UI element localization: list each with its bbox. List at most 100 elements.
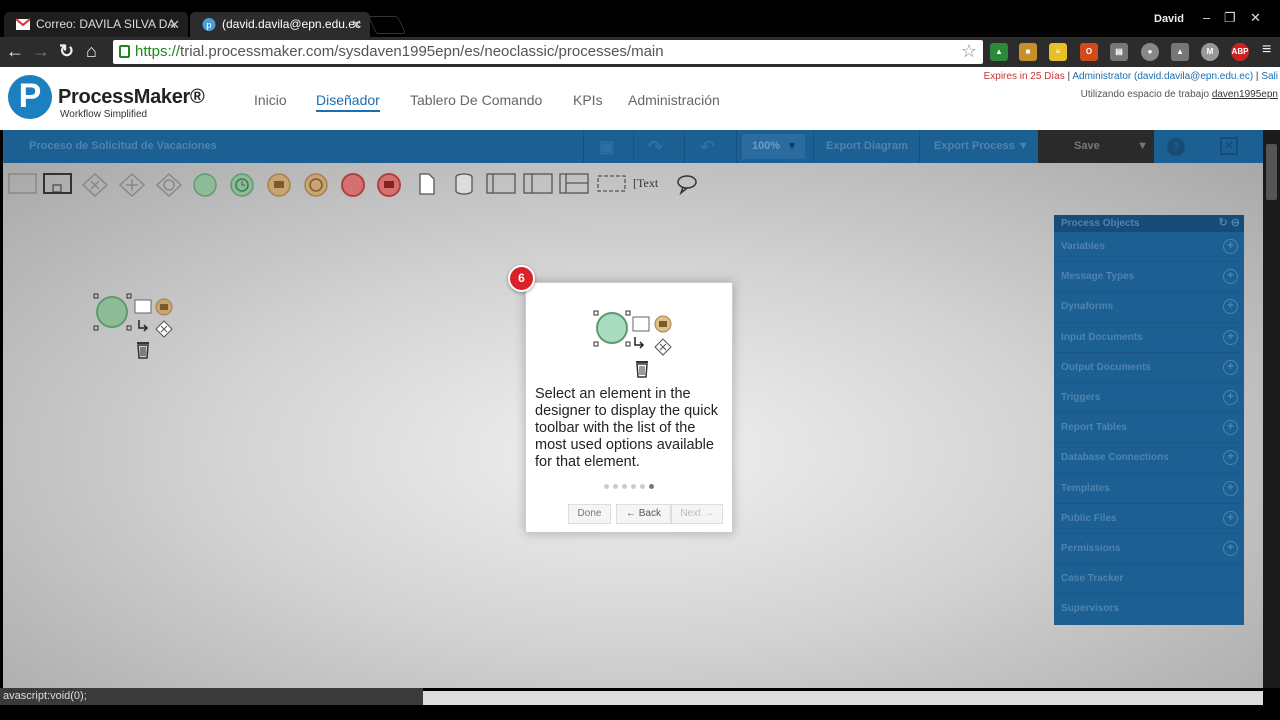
po-item-report-tables[interactable]: Report Tables + — [1054, 413, 1244, 444]
reload-icon[interactable]: ↻ — [59, 41, 74, 62]
save-button[interactable]: Save ▼ — [1038, 130, 1154, 163]
admin-user-link[interactable]: Administrator (david.davila@epn.edu.ec) — [1072, 71, 1253, 82]
pool-icon[interactable] — [486, 173, 516, 195]
add-circle-icon[interactable]: + — [1223, 420, 1238, 436]
tab-processmaker[interactable]: p (david.davila@epn.edu.ec ✕ — [190, 12, 370, 37]
exclusive-gateway-icon[interactable] — [81, 173, 109, 197]
workspace-name[interactable]: daven1995epn — [1212, 89, 1278, 100]
tour-dot-active[interactable] — [649, 484, 654, 489]
add-circle-icon[interactable]: + — [1223, 389, 1238, 405]
end-message-event-icon[interactable] — [376, 173, 402, 199]
browser-user-name[interactable]: David — [1154, 13, 1184, 25]
help-icon[interactable]: ? — [1167, 138, 1185, 156]
po-item-input-documents[interactable]: Input Documents + — [1054, 323, 1244, 353]
url-input[interactable]: https://trial.processmaker.com/sysdaven1… — [113, 40, 983, 64]
processmaker-logo-icon[interactable]: P — [8, 75, 52, 119]
po-item-supervisors[interactable]: Supervisors — [1054, 594, 1244, 624]
tour-dot[interactable] — [622, 484, 627, 489]
po-item-database-connections[interactable]: Database Connections + — [1054, 443, 1244, 474]
logout-link[interactable]: Sali — [1261, 71, 1278, 82]
data-store-icon[interactable] — [454, 173, 474, 195]
vertical-scrollbar[interactable] — [1263, 130, 1280, 688]
minimize-icon[interactable]: – — [1203, 10, 1210, 25]
refresh-icon[interactable]: ↻ — [1219, 217, 1228, 229]
tour-dot[interactable] — [631, 484, 636, 489]
start-event-element[interactable] — [91, 290, 181, 370]
lane-icon[interactable] — [523, 173, 553, 195]
tab-close-icon[interactable]: ✕ — [169, 12, 180, 37]
po-item-triggers[interactable]: Triggers + — [1054, 383, 1244, 414]
export-process-button[interactable]: Export Process ▼ — [934, 140, 1029, 152]
add-circle-icon[interactable]: + — [1223, 510, 1238, 526]
add-circle-icon[interactable]: + — [1223, 480, 1238, 496]
tour-dot[interactable] — [604, 484, 609, 489]
redo-icon[interactable]: ↷ — [648, 137, 663, 158]
task-shape-icon[interactable] — [8, 173, 38, 195]
nav-tablero[interactable]: Tablero De Comando — [410, 92, 542, 108]
restore-icon[interactable]: ❐ — [1224, 10, 1236, 26]
data-object-icon[interactable] — [419, 173, 435, 195]
tour-back-button[interactable]: ← Back — [616, 504, 671, 524]
po-item-templates[interactable]: Templates + — [1054, 474, 1244, 504]
po-item-output-documents[interactable]: Output Documents + — [1054, 353, 1244, 383]
forward-arrow-icon[interactable]: → — [32, 41, 50, 62]
close-icon[interactable]: ✕ — [1220, 137, 1238, 155]
window-close-icon[interactable]: ✕ — [1250, 10, 1261, 26]
new-tab-button[interactable] — [367, 16, 407, 34]
inclusive-gateway-icon[interactable] — [155, 173, 183, 197]
nav-kpis[interactable]: KPIs — [573, 92, 603, 108]
scrollbar-thumb[interactable] — [1266, 144, 1277, 200]
add-circle-icon[interactable]: + — [1223, 450, 1238, 466]
extension-icon[interactable]: ■ — [1019, 43, 1037, 61]
comment-bubble-icon[interactable] — [675, 173, 699, 197]
fullscreen-icon[interactable]: ▣ — [599, 137, 614, 157]
tour-done-button[interactable]: Done — [568, 504, 611, 524]
extension-icon[interactable]: ● — [1141, 43, 1159, 61]
end-event-icon[interactable] — [340, 173, 366, 199]
export-diagram-button[interactable]: Export Diagram — [826, 140, 908, 152]
po-item-case-tracker[interactable]: Case Tracker — [1054, 564, 1244, 595]
nav-administracion[interactable]: Administración — [628, 92, 720, 108]
home-icon[interactable]: ⌂ — [86, 41, 97, 62]
tour-dot[interactable] — [640, 484, 645, 489]
group-icon[interactable] — [597, 173, 627, 195]
horizontal-lane-icon[interactable] — [559, 173, 589, 195]
nav-inicio[interactable]: Inicio — [254, 92, 287, 108]
bookmark-star-icon[interactable]: ☆ — [961, 40, 977, 63]
start-timer-event-icon[interactable] — [229, 173, 255, 199]
extension-icon[interactable]: M — [1201, 43, 1219, 61]
po-item-variables[interactable]: Variables + — [1054, 232, 1244, 263]
tab-gmail[interactable]: Correo: DAVILA SILVA DA ✕ — [4, 12, 188, 37]
po-item-dynaforms[interactable]: Dynaforms + — [1054, 292, 1244, 323]
horizontal-scrollbar[interactable] — [423, 691, 1263, 705]
office-icon[interactable]: O — [1080, 43, 1098, 61]
collapse-icon[interactable]: ⊖ — [1231, 217, 1240, 229]
tour-dot[interactable] — [613, 484, 618, 489]
message-event-icon[interactable] — [266, 173, 292, 199]
add-circle-icon[interactable]: + — [1223, 239, 1238, 254]
add-circle-icon[interactable]: + — [1223, 269, 1238, 285]
subprocess-shape-icon[interactable] — [43, 173, 73, 195]
intermediate-timer-icon[interactable] — [303, 173, 329, 199]
zoom-select[interactable]: 100% ▾ — [742, 134, 805, 159]
text-annotation-tool[interactable]: [Text — [633, 176, 658, 191]
drive-icon[interactable]: ▲ — [990, 43, 1008, 61]
add-circle-icon[interactable]: + — [1223, 299, 1238, 315]
po-item-public-files[interactable]: Public Files + — [1054, 504, 1244, 534]
po-item-message-types[interactable]: Message Types + — [1054, 262, 1244, 293]
parallel-gateway-icon[interactable] — [118, 173, 146, 197]
extension-icon[interactable]: ▲ — [1171, 43, 1189, 61]
po-item-permissions[interactable]: Permissions + — [1054, 534, 1244, 565]
add-circle-icon[interactable]: + — [1223, 329, 1238, 345]
notes-icon[interactable]: ≡ — [1049, 43, 1067, 61]
start-event-icon[interactable] — [192, 173, 218, 199]
back-arrow-icon[interactable]: ← — [6, 41, 24, 62]
nav-disenador[interactable]: Diseñador — [316, 92, 380, 112]
extension-icon[interactable]: ▤ — [1110, 43, 1128, 61]
chevron-down-icon[interactable]: ▼ — [1137, 130, 1148, 163]
add-circle-icon[interactable]: + — [1223, 359, 1238, 375]
tab-close-icon[interactable]: ✕ — [351, 12, 362, 37]
undo-icon[interactable]: ↶ — [700, 137, 715, 158]
menu-icon[interactable]: ≡ — [1262, 41, 1271, 59]
adblock-icon[interactable]: ABP — [1231, 43, 1249, 61]
